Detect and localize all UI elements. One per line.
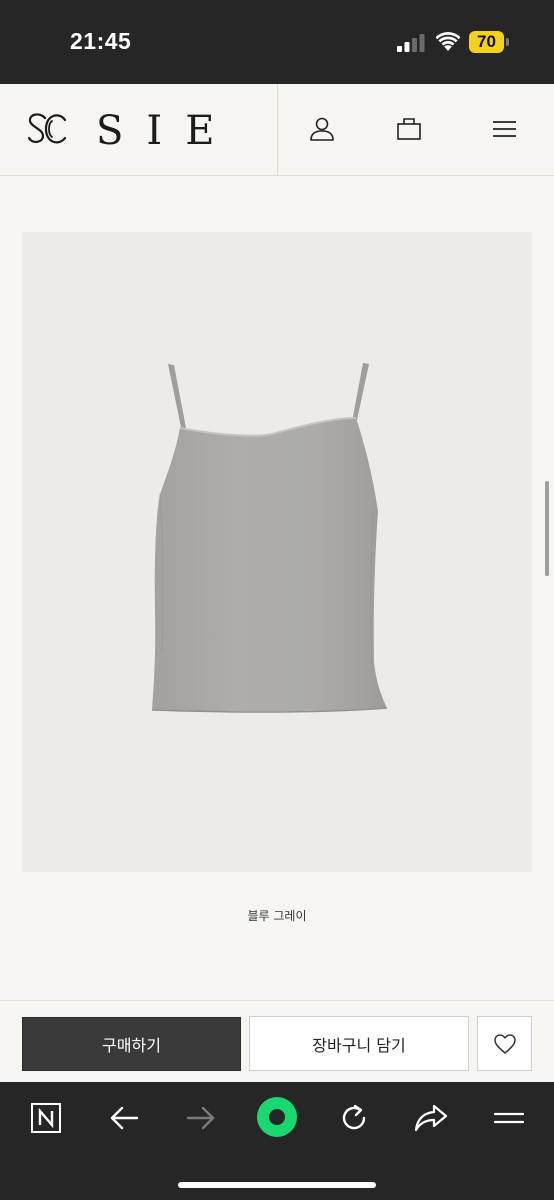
user-icon[interactable] xyxy=(308,115,336,143)
buy-now-label: 구매하기 xyxy=(102,1036,161,1055)
menu-lines-icon[interactable] xyxy=(489,1100,529,1136)
share-icon[interactable] xyxy=(411,1100,451,1136)
menu-icon[interactable] xyxy=(490,115,518,143)
product-image[interactable] xyxy=(22,232,532,872)
header-divider xyxy=(277,84,278,176)
brand-logo-text[interactable]: SIE xyxy=(96,108,237,154)
battery-level: 70 xyxy=(469,31,504,53)
product-color-label: 블루 그레이 xyxy=(247,909,307,923)
buy-now-button[interactable]: 구매하기 xyxy=(22,1017,241,1071)
status-bar: 21:45 70 xyxy=(0,0,554,84)
battery-icon: 70 xyxy=(469,31,509,53)
status-time: 21:45 xyxy=(70,28,132,54)
back-arrow-icon[interactable] xyxy=(104,1100,144,1136)
scrollbar[interactable] xyxy=(545,481,549,576)
brand-monogram-icon[interactable] xyxy=(26,109,68,149)
purchase-action-bar: 구매하기 장바구니 담기 xyxy=(0,1000,554,1082)
heart-icon xyxy=(493,1033,516,1054)
shopping-bag-icon[interactable] xyxy=(395,115,423,143)
wishlist-button[interactable] xyxy=(477,1016,532,1071)
naver-n-icon[interactable] xyxy=(26,1100,66,1136)
add-to-cart-button[interactable]: 장바구니 담기 xyxy=(249,1016,469,1071)
forward-arrow-icon[interactable] xyxy=(181,1100,221,1136)
wifi-icon xyxy=(436,32,460,51)
reload-icon[interactable] xyxy=(334,1100,374,1136)
cellular-signal-icon xyxy=(397,34,425,52)
add-to-cart-label: 장바구니 담기 xyxy=(312,1035,406,1055)
site-header: SIE xyxy=(0,84,554,176)
camisole-image xyxy=(151,363,388,713)
green-dot-icon[interactable] xyxy=(256,1096,298,1138)
home-indicator[interactable] xyxy=(178,1182,376,1188)
